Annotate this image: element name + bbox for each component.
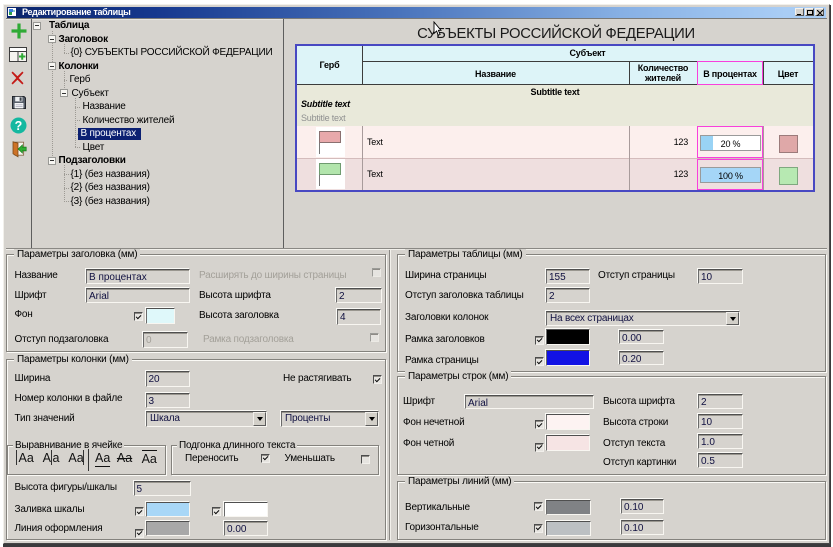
- svg-text:?: ?: [15, 119, 23, 133]
